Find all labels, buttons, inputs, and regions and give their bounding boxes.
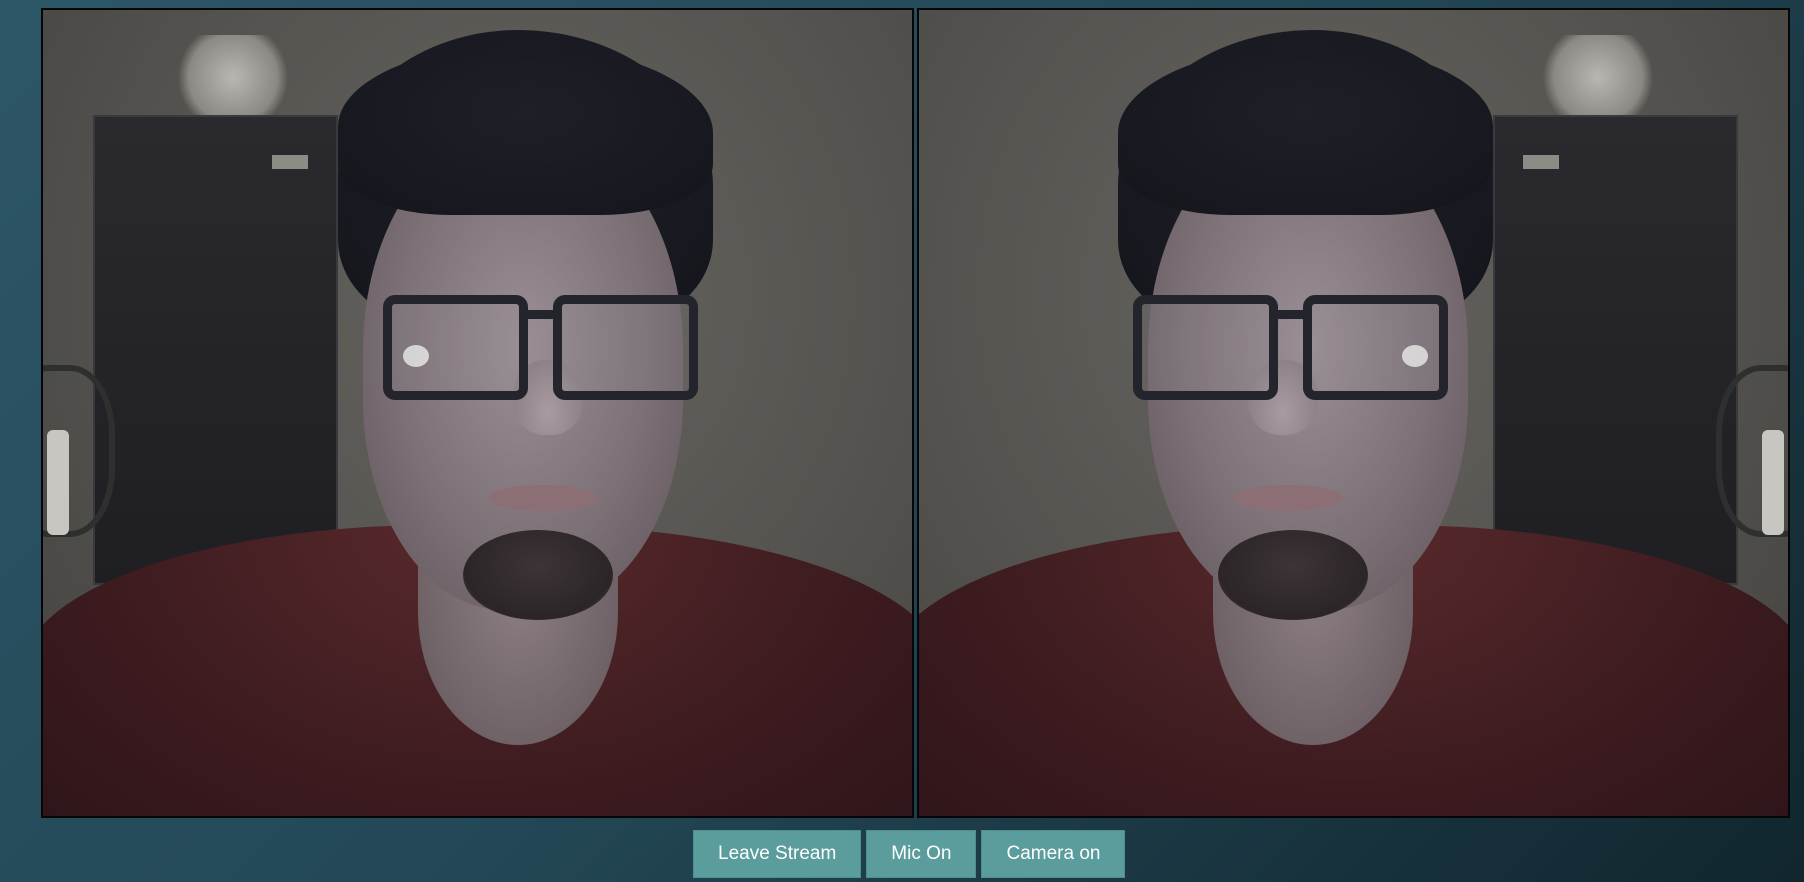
stream-controls: Leave Stream Mic On Camera on [693,830,1126,878]
video-tile-local [41,8,914,818]
leave-stream-button[interactable]: Leave Stream [693,830,862,878]
mic-toggle-button[interactable]: Mic On [866,830,977,878]
video-grid [41,8,1790,818]
video-frame [43,10,912,816]
camera-toggle-button[interactable]: Camera on [981,830,1126,878]
video-frame [919,10,1788,816]
video-tile-remote [917,8,1790,818]
